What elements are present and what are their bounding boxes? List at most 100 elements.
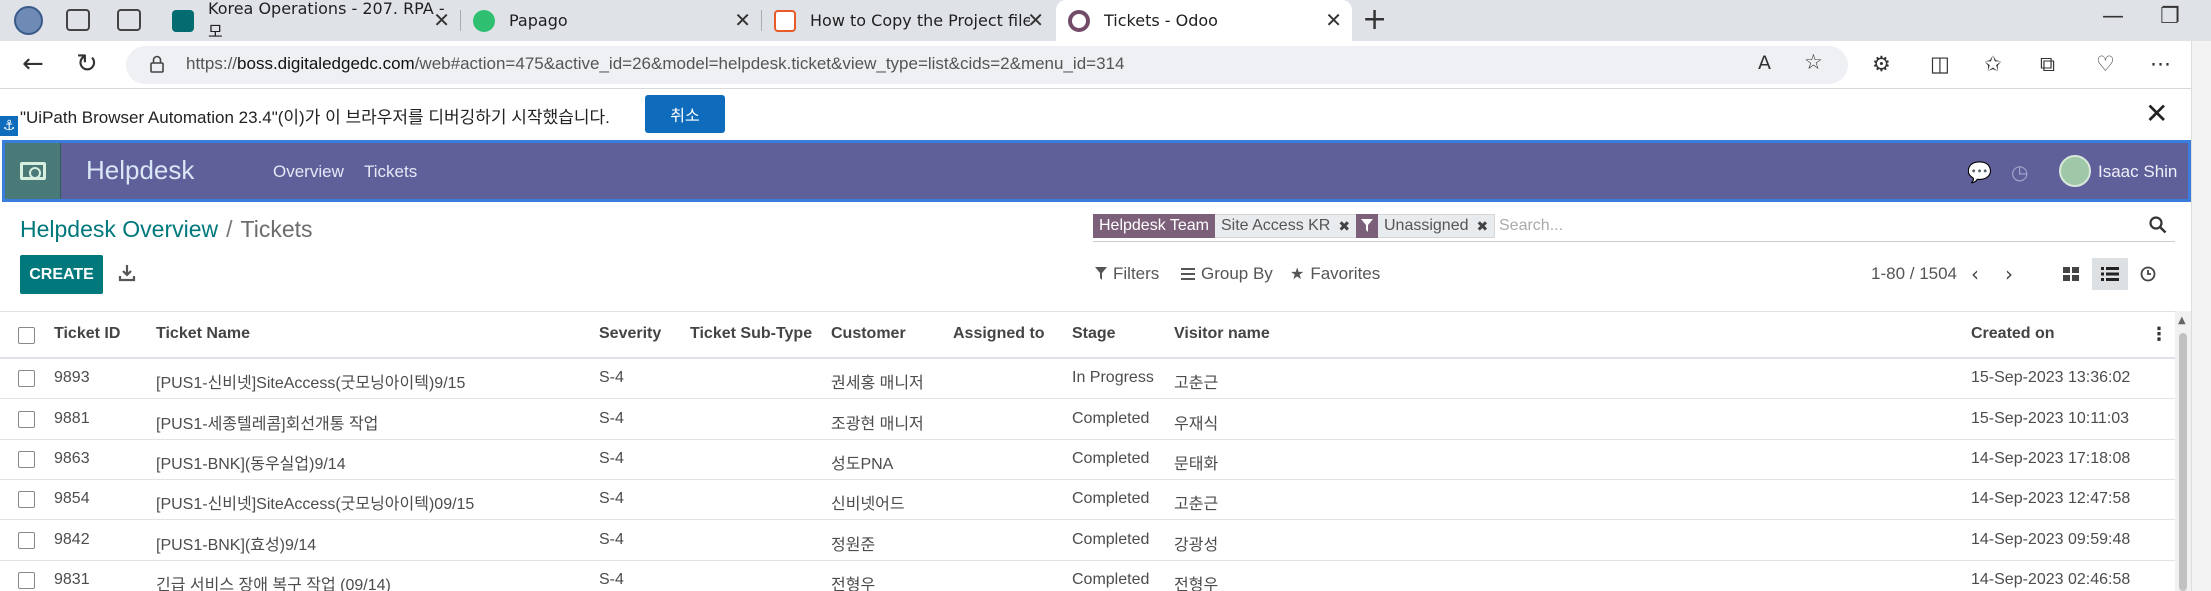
remove-facet-icon[interactable]: ✖ (1477, 218, 1489, 235)
browser-tab-strip: Korea Operations - 207. RPA - 모 ✕ Papago… (0, 0, 2211, 41)
cell-severity: S-4 (599, 450, 624, 467)
download-icon[interactable] (118, 264, 136, 282)
column-header[interactable]: Stage (1072, 325, 1116, 343)
close-icon[interactable]: ✕ (1325, 8, 1342, 32)
cell-created-on: 14-Sep-2023 17:18:08 (1971, 450, 2131, 467)
odoo-navbar: Helpdesk Overview Tickets 💬 ◷ Isaac Shin (2, 140, 2191, 202)
address-bar-row: ← ↻ https://boss.digitaledgedc.com/web#a… (0, 41, 2211, 89)
remove-facet-icon[interactable]: ✖ (1338, 218, 1350, 235)
column-header[interactable]: Created on (1971, 325, 2055, 343)
search-icon[interactable] (2149, 216, 2167, 234)
cell-stage: Completed (1072, 490, 1150, 507)
table-row[interactable]: 9863 [PUS1-BNK](동우실업)9/14 S-4 성도PNA Comp… (0, 440, 2175, 480)
column-header[interactable]: Ticket Sub-Type (690, 325, 812, 343)
restore-icon[interactable]: ❐ (2160, 4, 2180, 29)
scrollbar-thumb[interactable] (2179, 333, 2187, 591)
row-checkbox[interactable] (18, 451, 35, 468)
cell-created-on: 15-Sep-2023 10:11:03 (1971, 410, 2130, 427)
close-icon[interactable]: ✕ (1027, 8, 1044, 32)
table-row[interactable]: 9893 [PUS1-신비넷]SiteAccess(굿모닝아이텍)9/15 S-… (0, 359, 2175, 399)
cell-severity: S-4 (599, 410, 624, 427)
cell-customer: 전형우 (831, 577, 876, 591)
cell-stage: Completed (1072, 531, 1150, 548)
list-view-button[interactable] (2092, 258, 2128, 290)
app-brand[interactable]: Helpdesk (86, 155, 194, 186)
column-header[interactable]: Ticket Name (156, 325, 250, 343)
cancel-debugging-button[interactable]: 취소 (645, 95, 725, 133)
vertical-tabs-icon[interactable] (117, 9, 141, 31)
close-icon[interactable]: ✕ (2145, 97, 2168, 130)
tab-tickets-odoo[interactable]: Tickets - Odoo ✕ (1056, 0, 1352, 41)
workspaces-icon[interactable] (66, 9, 90, 31)
row-checkbox[interactable] (18, 572, 35, 589)
split-screen-icon[interactable]: ◫ (1930, 52, 1950, 76)
tab-title: Korea Operations - 207. RPA - 모 (208, 0, 445, 41)
scroll-up-arrow-icon[interactable]: ▲ (2178, 315, 2186, 326)
create-button[interactable]: CREATE (20, 255, 103, 294)
column-header[interactable]: Assigned to (953, 325, 1045, 343)
breadcrumb-helpdesk-overview[interactable]: Helpdesk Overview (20, 216, 218, 242)
profile-avatar[interactable] (14, 6, 43, 35)
menu-overview[interactable]: Overview (273, 162, 344, 182)
activity-view-button[interactable] (2130, 258, 2166, 290)
close-icon[interactable]: ✕ (734, 8, 751, 32)
kanban-view-button[interactable] (2053, 258, 2089, 290)
table-row[interactable]: 9842 [PUS1-BNK](효성)9/14 S-4 정원준 Complete… (0, 521, 2175, 561)
user-name[interactable]: Isaac Shin (2098, 162, 2177, 182)
browser-essentials-icon[interactable]: ♡ (2096, 52, 2115, 76)
tab-papago[interactable]: Papago ✕ (461, 4, 761, 37)
minimize-icon[interactable]: — (2102, 4, 2124, 29)
menu-tickets[interactable]: Tickets (364, 162, 417, 182)
cell-severity: S-4 (599, 369, 624, 386)
collections-icon[interactable]: ⧉ (2040, 52, 2055, 77)
extensions-icon[interactable]: ⚙ (1872, 52, 1891, 76)
edge-sidebar (2191, 41, 2211, 591)
more-menu-icon[interactable]: ⋯ (2150, 52, 2171, 76)
row-checkbox[interactable] (18, 491, 35, 508)
vertical-scrollbar[interactable]: ▲ (2175, 311, 2191, 591)
pager-next-icon[interactable]: › (2005, 262, 2013, 286)
read-aloud-icon[interactable]: A (1758, 52, 1771, 74)
new-tab-plus-icon[interactable]: + (1362, 2, 1387, 37)
table-row[interactable]: 9854 [PUS1-신비넷]SiteAccess(굿모닝아이텍)09/15 S… (0, 480, 2175, 520)
chat-icon[interactable]: 💬 (1967, 160, 1992, 184)
pager-value[interactable]: 1-80 / 1504 (1871, 264, 1957, 284)
lock-icon[interactable] (150, 55, 164, 73)
column-header[interactable]: Visitor name (1174, 325, 1270, 343)
table-header: Ticket ID Ticket Name Severity Ticket Su… (0, 311, 2175, 359)
user-avatar[interactable] (2059, 155, 2091, 187)
column-header[interactable]: Severity (599, 325, 661, 343)
breadcrumb-separator: / (226, 216, 233, 242)
favorite-star-icon[interactable]: ☆ (1804, 50, 1823, 74)
tab-korea-operations[interactable]: Korea Operations - 207. RPA - 모 ✕ (160, 0, 460, 41)
row-checkbox[interactable] (18, 532, 35, 549)
cell-customer: 조광현 매니저 (831, 416, 924, 433)
optional-columns-kebab-icon[interactable]: ⋮ (2150, 324, 2168, 345)
odoo-icon (1068, 10, 1090, 32)
row-checkbox[interactable] (18, 411, 35, 428)
table-row[interactable]: 9881 [PUS1-세종텔레콤]회선개통 작업 S-4 조광현 매니저 Com… (0, 400, 2175, 440)
column-header[interactable]: Customer (831, 325, 906, 343)
anchor-icon: ⚓ (0, 116, 18, 136)
row-checkbox[interactable] (18, 370, 35, 387)
favorites-button[interactable]: ★ Favorites (1290, 264, 1380, 284)
url-field[interactable]: https://boss.digitaledgedc.com/web#actio… (126, 46, 1848, 84)
refresh-icon[interactable]: ↻ (76, 49, 98, 79)
close-icon[interactable]: ✕ (433, 8, 450, 32)
column-header[interactable]: Ticket ID (54, 325, 120, 343)
apps-menu-button[interactable] (5, 143, 61, 199)
group-by-label: Group By (1201, 264, 1273, 283)
tab-uipath-forum[interactable]: How to Copy the Project file in St ✕ (762, 4, 1054, 37)
cell-severity: S-4 (599, 571, 624, 588)
select-all-checkbox[interactable] (18, 327, 35, 344)
debugging-infobar: "UiPath Browser Automation 23.4"(이)가 이 브… (0, 89, 2211, 140)
filters-button[interactable]: Filters (1095, 264, 1159, 284)
search-input[interactable] (1499, 214, 2119, 238)
back-arrow-icon[interactable]: ← (22, 49, 44, 79)
uipath-icon (774, 10, 796, 32)
activity-clock-icon[interactable]: ◷ (2011, 160, 2028, 184)
group-by-button[interactable]: Group By (1181, 264, 1273, 284)
table-row[interactable]: 9831 긴급 서비스 장애 복구 작업 (09/14) S-4 전형우 Com… (0, 561, 2175, 591)
pager-previous-icon[interactable]: ‹ (1971, 262, 1979, 286)
favorites-bar-icon[interactable]: ✩ (1984, 52, 2002, 76)
